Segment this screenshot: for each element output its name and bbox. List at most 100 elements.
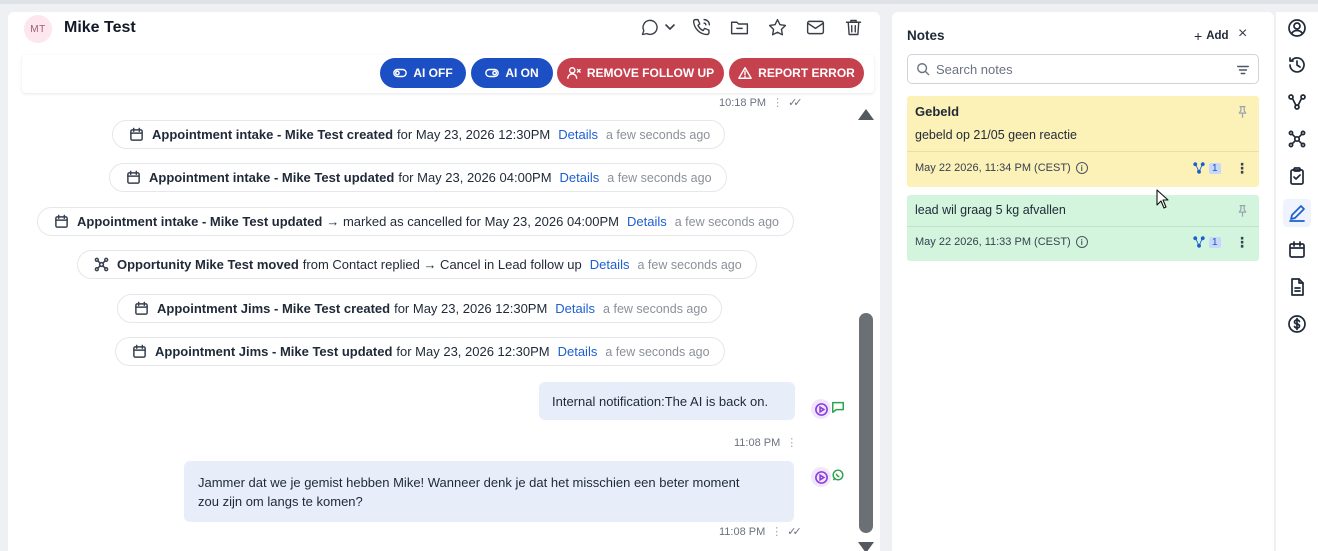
- event-text: for May 23, 2026 12:30PM: [397, 127, 551, 142]
- toggle-off-icon: [393, 68, 408, 78]
- info-icon[interactable]: i: [1075, 162, 1088, 174]
- whatsapp-icon: [831, 468, 845, 487]
- message-meta: 11:08 PM ⋮ ✓✓: [719, 525, 802, 539]
- event-text: from Contact replied → Cancel in Lead fo…: [302, 257, 582, 272]
- more-options-icon[interactable]: ⋮: [1235, 234, 1249, 251]
- filter-icon[interactable]: [1236, 63, 1250, 82]
- note-body: gebeld op 21/05 geen reactie: [915, 128, 1077, 142]
- contact-name[interactable]: Mike Test: [64, 19, 136, 37]
- event-text: for May 23, 2026 04:00PM: [398, 170, 552, 185]
- calendar-icon[interactable]: [1283, 236, 1311, 264]
- chevron-down-icon[interactable]: [664, 14, 676, 40]
- message-bubble[interactable]: Jammer dat we je gemist hebben Mike! Wan…: [184, 461, 794, 522]
- channel-badge: [811, 467, 845, 487]
- event-title: Opportunity Mike Test moved: [117, 257, 299, 272]
- event-text: for May 23, 2026 12:30PM: [394, 301, 548, 316]
- event-title: Appointment intake - Mike Test created: [152, 127, 394, 142]
- note-body: lead wil graag 5 kg afvallen: [915, 203, 1066, 217]
- chat-area[interactable]: 10:18 PM ⋮ ✓✓ Appointment intake - Mike …: [8, 95, 880, 551]
- relation-icon: [1193, 162, 1205, 174]
- channel-badge: [811, 399, 845, 419]
- star-icon[interactable]: [764, 14, 790, 40]
- event-title: Appointment intake - Mike Test updated: [149, 170, 395, 185]
- event-time-ago: a few seconds ago: [603, 301, 708, 316]
- ai-bot-icon: [811, 399, 831, 419]
- remove-follow-up-label: REMOVE FOLLOW UP: [586, 66, 715, 80]
- event-time-ago: a few seconds ago: [637, 257, 742, 272]
- pin-icon[interactable]: [1236, 204, 1249, 222]
- notes-search: [907, 54, 1259, 84]
- double-check-icon: ✓✓: [788, 97, 803, 109]
- chat-bubble-icon[interactable]: [636, 14, 662, 40]
- event-time-ago: a few seconds ago: [605, 344, 710, 359]
- event-time-ago: a few seconds ago: [605, 127, 711, 142]
- more-dots-icon[interactable]: ⋮: [771, 525, 782, 538]
- ai-off-button[interactable]: AI OFF: [380, 58, 466, 88]
- phone-icon[interactable]: [688, 14, 714, 40]
- top-strip: [0, 0, 1318, 4]
- note-card[interactable]: lead wil graag 5 kg afvallen May 22 2026…: [907, 195, 1259, 261]
- event-title: Appointment Jims - Mike Test updated: [155, 344, 393, 359]
- search-input[interactable]: [936, 61, 1226, 77]
- activity-event: Appointment Jims - Mike Test created for…: [117, 294, 723, 323]
- calendar-icon: [127, 170, 140, 184]
- pin-icon[interactable]: [1236, 105, 1249, 123]
- trash-icon[interactable]: [840, 14, 866, 40]
- workflow-icon[interactable]: [1283, 88, 1311, 116]
- scroll-up-arrow[interactable]: [858, 109, 874, 120]
- avatar[interactable]: MT: [24, 15, 52, 43]
- notes-pen-icon[interactable]: [1283, 199, 1311, 227]
- scroll-down-arrow[interactable]: [858, 542, 874, 551]
- activity-event: Appointment Jims - Mike Test updated for…: [115, 337, 725, 366]
- event-title: Appointment intake - Mike Test updated: [77, 214, 323, 229]
- folder-icon[interactable]: [726, 14, 752, 40]
- mouse-cursor-icon: [1156, 189, 1169, 209]
- event-text: for May 23, 2026 12:30PM: [396, 344, 550, 359]
- details-link[interactable]: Details: [558, 127, 598, 142]
- add-note-button[interactable]: + Add: [1194, 28, 1229, 44]
- mail-icon[interactable]: [802, 14, 828, 40]
- note-associations[interactable]: 1: [1193, 162, 1221, 174]
- note-associations[interactable]: 1: [1193, 236, 1221, 248]
- contact-profile-icon[interactable]: [1283, 14, 1311, 42]
- internal-notification-bubble[interactable]: Internal notification:The AI is back on.: [539, 382, 795, 420]
- more-options-icon[interactable]: ⋮: [1235, 160, 1249, 177]
- close-icon[interactable]: ×: [1238, 25, 1247, 43]
- activity-event: Appointment intake - Mike Test updated →…: [37, 207, 794, 236]
- association-count: 1: [1209, 236, 1221, 248]
- chat-scrollbar[interactable]: [858, 109, 874, 551]
- opportunities-icon[interactable]: [1283, 125, 1311, 153]
- message-time: 11:08 PM: [734, 436, 781, 449]
- tasks-clipboard-icon[interactable]: [1283, 162, 1311, 190]
- opportunity-icon: [94, 257, 109, 272]
- report-error-button[interactable]: REPORT ERROR: [729, 58, 864, 88]
- toggle-on-icon: [485, 68, 500, 78]
- relation-icon: [1193, 236, 1205, 248]
- conversation-header: MT Mike Test: [8, 12, 880, 52]
- document-icon[interactable]: [1283, 273, 1311, 301]
- note-card[interactable]: Gebeld gebeld op 21/05 geen reactie May …: [907, 96, 1259, 187]
- internal-message-icon: [831, 400, 845, 419]
- info-icon[interactable]: i: [1075, 236, 1088, 248]
- details-link[interactable]: Details: [558, 344, 598, 359]
- payments-dollar-icon[interactable]: [1283, 310, 1311, 338]
- message-meta: 11:08 PM ⋮: [734, 436, 797, 450]
- note-date: May 22 2026, 11:34 PM (CEST) i: [915, 162, 1088, 174]
- more-dots-icon[interactable]: ⋮: [772, 96, 783, 109]
- scroll-thumb[interactable]: [859, 313, 873, 533]
- more-dots-icon[interactable]: ⋮: [786, 436, 797, 449]
- ai-on-button[interactable]: AI ON: [471, 58, 553, 88]
- note-date-text: May 22 2026, 11:33 PM (CEST): [915, 236, 1071, 248]
- note-divider: [907, 226, 1259, 227]
- history-clock-icon[interactable]: [1283, 51, 1311, 79]
- event-title: Appointment Jims - Mike Test created: [157, 301, 391, 316]
- message-meta: 10:18 PM ⋮ ✓✓: [719, 96, 803, 110]
- remove-follow-up-button[interactable]: REMOVE FOLLOW UP: [557, 58, 724, 88]
- activity-event: Appointment intake - Mike Test created f…: [112, 120, 726, 149]
- note-title: Gebeld: [915, 104, 960, 119]
- details-link[interactable]: Details: [590, 257, 630, 272]
- details-link[interactable]: Details: [560, 170, 600, 185]
- details-link[interactable]: Details: [627, 214, 667, 229]
- ai-off-label: AI OFF: [413, 66, 453, 80]
- details-link[interactable]: Details: [555, 301, 595, 316]
